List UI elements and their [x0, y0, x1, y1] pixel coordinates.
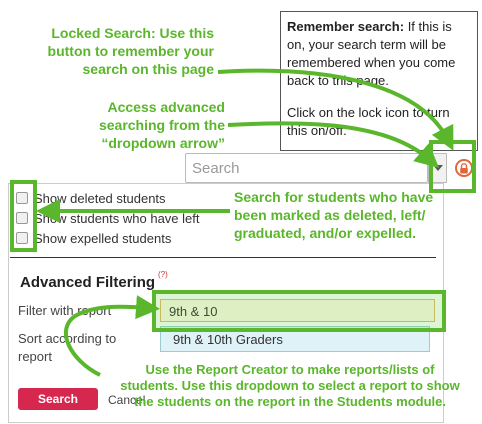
annotation-locked-search: Locked Search: Use this button to rememb… [47, 25, 214, 77]
annotation-report: Use the Report Creator to make reports/l… [120, 362, 460, 409]
annotation-students: Search for students who have been marked… [234, 189, 434, 241]
annotation-advanced: Access advanced searching from the “drop… [98, 99, 225, 151]
